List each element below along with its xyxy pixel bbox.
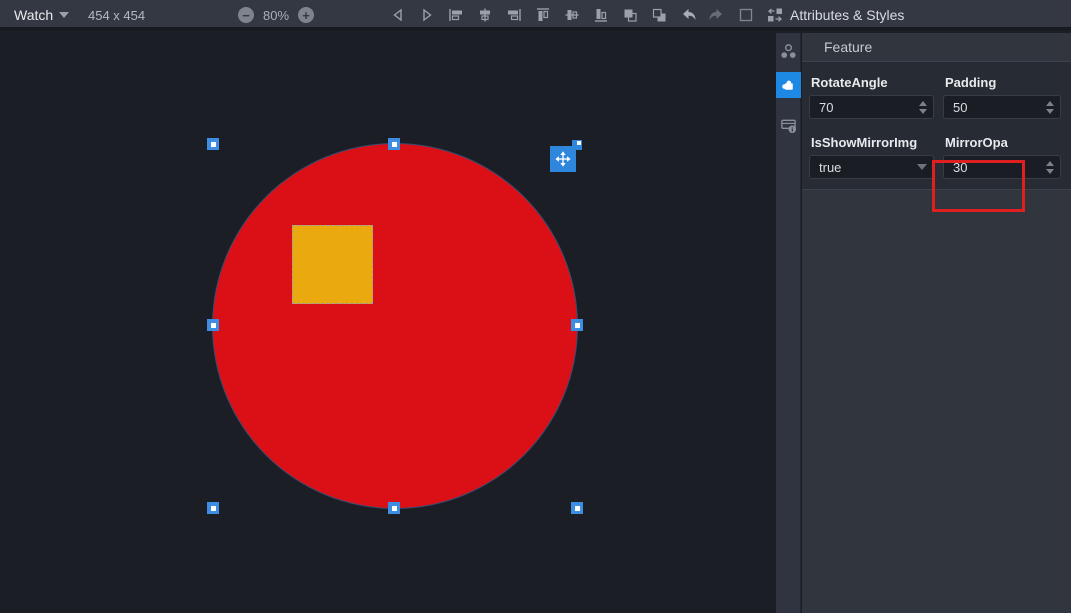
marquee-square-icon[interactable]: [737, 7, 754, 24]
forward-icon[interactable]: [418, 7, 435, 24]
undo-icon[interactable]: [679, 7, 696, 24]
selection-handle-middle-right[interactable]: [571, 319, 583, 331]
watch-dropdown[interactable]: Watch: [14, 0, 69, 30]
swap-component-icon[interactable]: [766, 7, 783, 24]
align-left-icon[interactable]: [447, 7, 464, 24]
zoom-out-button[interactable]: −: [238, 7, 254, 23]
watch-designer-app: Watch 454 x 454 − 80% +: [0, 0, 1071, 613]
align-top-icon[interactable]: [534, 7, 551, 24]
align-right-icon[interactable]: [505, 7, 522, 24]
tab-component-active[interactable]: [776, 72, 801, 98]
top-toolbar: Watch 454 x 454 − 80% +: [0, 0, 1071, 30]
align-center-horizontal-icon[interactable]: [476, 7, 493, 24]
hierarchy-icon: [780, 43, 797, 60]
selection-handle-bottom-center[interactable]: [388, 502, 400, 514]
mirror-opa-label: MirrorOpa: [945, 135, 1008, 150]
tab-hierarchy[interactable]: [776, 38, 801, 64]
send-to-back-icon[interactable]: [650, 7, 667, 24]
redo-icon[interactable]: [708, 7, 725, 24]
feature-section-header: Feature: [802, 33, 1071, 62]
design-canvas[interactable]: [0, 33, 776, 613]
align-middle-vertical-icon[interactable]: [563, 7, 580, 24]
zoom-in-button[interactable]: +: [298, 7, 314, 23]
watch-dropdown-label: Watch: [14, 7, 53, 23]
red-circle-shape[interactable]: [213, 144, 577, 508]
tab-attribute-info[interactable]: [776, 112, 801, 138]
move-handle[interactable]: [550, 140, 577, 167]
orange-square-shape[interactable]: [292, 225, 373, 304]
canvas-size-label: 454 x 454: [88, 0, 145, 30]
attributes-panel: Feature RotateAngle Padding 70 50 IsShow…: [802, 33, 1071, 613]
panel-tab-strip: [776, 33, 801, 613]
zoom-controls: − 80% +: [238, 0, 314, 30]
selection-handle-middle-left[interactable]: [207, 319, 219, 331]
feature-section-title: Feature: [824, 39, 872, 55]
selection-handle-bottom-left[interactable]: [207, 502, 219, 514]
puzzle-icon: [780, 77, 797, 94]
chevron-down-icon: [59, 12, 69, 18]
panel-title: Attributes & Styles: [790, 0, 904, 30]
is-show-mirror-img-select[interactable]: true: [809, 155, 934, 179]
padding-label: Padding: [945, 75, 996, 90]
zoom-level-label: 80%: [263, 8, 289, 23]
selection-handle-top-left[interactable]: [207, 138, 219, 150]
selection-handle-top-center[interactable]: [388, 138, 400, 150]
toolbar-icon-group: [389, 0, 783, 30]
list-info-icon: [780, 117, 797, 134]
padding-spinner[interactable]: [1046, 101, 1054, 114]
back-icon[interactable]: [389, 7, 406, 24]
align-bottom-icon[interactable]: [592, 7, 609, 24]
dropdown-chevron-icon: [917, 164, 927, 170]
mirror-opa-spinner[interactable]: [1046, 161, 1054, 174]
bring-to-front-icon[interactable]: [621, 7, 638, 24]
mirror-opa-input[interactable]: 30: [943, 155, 1061, 179]
selection-handle-bottom-right[interactable]: [571, 502, 583, 514]
padding-input[interactable]: 50: [943, 95, 1061, 119]
feature-fields: RotateAngle Padding 70 50 IsShowMirrorIm…: [802, 62, 1071, 190]
rotate-angle-label: RotateAngle: [811, 75, 888, 90]
rotate-angle-spinner[interactable]: [919, 101, 927, 114]
is-show-mirror-img-label: IsShowMirrorImg: [811, 135, 917, 150]
move-icon: [550, 146, 576, 172]
rotate-angle-input[interactable]: 70: [809, 95, 934, 119]
